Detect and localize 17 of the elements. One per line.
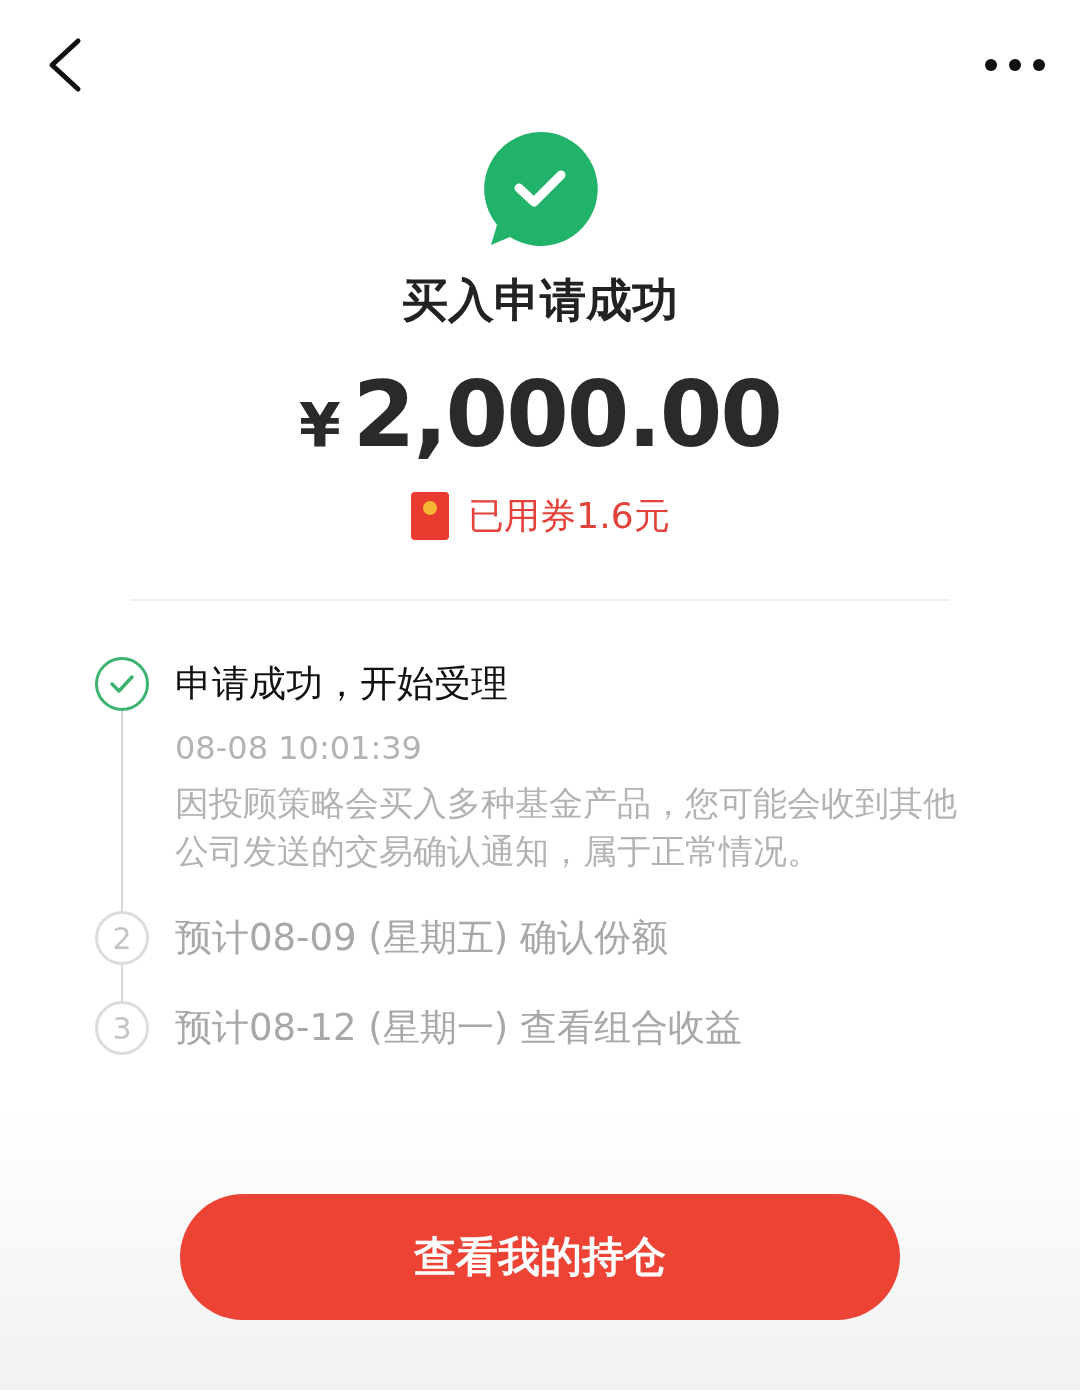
step-title: 预计08-12 (星期一) 查看组合收益 [175,1005,742,1051]
success-icon [481,130,599,248]
step-note: 因投顾策略会买入多种基金产品，您可能会收到其他公司发送的交易确认通知，属于正常情况。 [175,782,958,873]
step-title: 预计08-09 (星期五) 确认份额 [175,915,668,961]
step-indicator: 3 [95,1001,149,1055]
currency-symbol: ¥ [299,390,341,460]
check-icon [109,674,135,694]
step-indicator: 2 [95,911,149,965]
step-time: 08-08 10:01:39 [175,729,423,767]
more-icon [984,58,1046,72]
coupon-text: 已用券1.6元 [468,493,670,538]
envelope-icon [410,491,451,541]
step-title: 申请成功，开始受理 [175,661,509,707]
status-title: 买入申请成功 [402,272,678,329]
more-button[interactable] [984,58,1046,72]
amount: 2,000.00 [352,362,781,467]
view-holdings-button[interactable]: 查看我的持仓 [180,1194,900,1320]
